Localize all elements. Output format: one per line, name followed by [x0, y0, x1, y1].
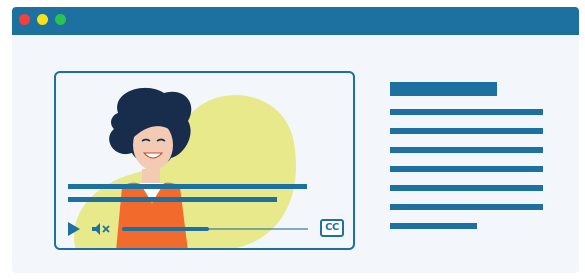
seek-progress	[122, 227, 209, 231]
subtitle-line-2	[68, 197, 277, 202]
text-line	[390, 166, 543, 172]
minimize-button[interactable]	[37, 14, 48, 25]
maximize-button[interactable]	[55, 14, 66, 25]
close-button[interactable]	[19, 14, 30, 25]
video-player[interactable]: CC	[54, 71, 355, 250]
text-line	[390, 223, 477, 229]
speaker-muted-icon[interactable]	[92, 223, 110, 235]
text-line	[390, 185, 543, 191]
text-line	[390, 204, 543, 210]
player-controls: CC	[56, 217, 353, 243]
text-panel-heading	[390, 82, 497, 96]
text-line	[390, 147, 543, 153]
cc-icon[interactable]: CC	[320, 219, 344, 237]
title-bar	[12, 7, 579, 35]
play-icon[interactable]	[68, 222, 80, 236]
text-line	[390, 128, 543, 134]
text-line	[390, 109, 543, 115]
app-window: CC	[12, 7, 579, 273]
subtitle-line-1	[68, 184, 307, 189]
